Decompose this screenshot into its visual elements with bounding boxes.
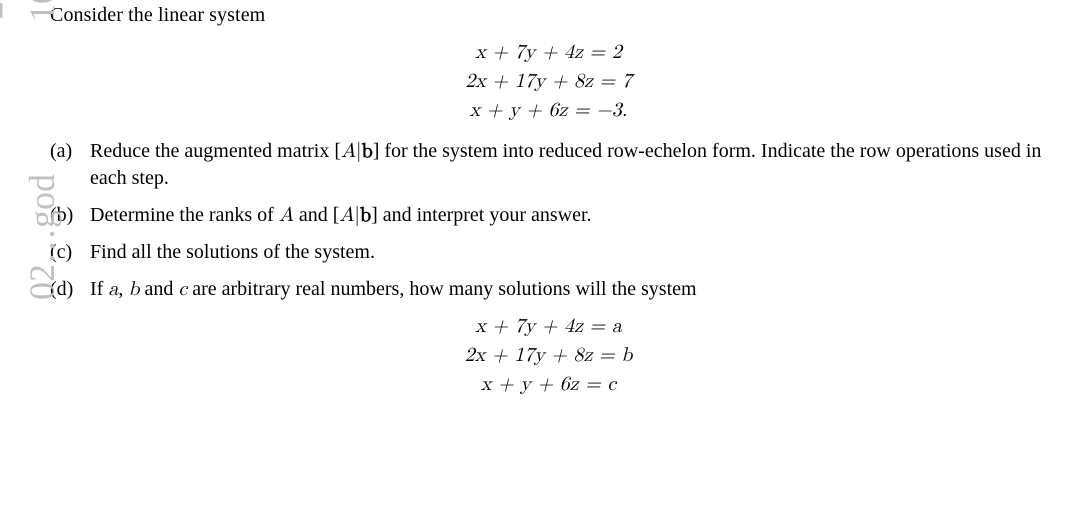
subpart-label: (c) xyxy=(50,239,80,266)
equation-line: x + 7y + 4z = a xyxy=(48,313,1049,340)
subpart-a: (a) Reduce the augmented matrix [A|b] fo… xyxy=(50,138,1049,192)
subpart-b: (b) Determine the ranks of A and [A|b] a… xyxy=(50,202,1049,229)
math-var: a xyxy=(108,279,118,299)
equation-line: x + y + 6z = −3. xyxy=(48,97,1049,124)
page: 2 10 2 …go 02…god Consider the linear sy… xyxy=(0,0,1079,398)
equation-block-1: x + 7y + 4z = 2 2x + 17y + 8z = 7 x + y … xyxy=(48,39,1049,124)
equation-line: x + 7y + 4z = 2 xyxy=(48,39,1049,66)
text: If xyxy=(90,278,108,300)
equation-block-2: x + 7y + 4z = a 2x + 17y + 8z = b x + y … xyxy=(48,313,1049,398)
problem-lead: Consider the linear system xyxy=(50,2,1049,29)
subpart-body: Find all the solutions of the system. xyxy=(90,239,1049,266)
subparts-list: (a) Reduce the augmented matrix [A|b] fo… xyxy=(48,138,1049,303)
math-vec: b xyxy=(360,205,371,225)
math-var: A xyxy=(279,205,294,225)
text: Reduce the augmented matrix [ xyxy=(90,140,341,162)
equation-line: 2x + 17y + 8z = b xyxy=(48,342,1049,369)
subpart-label: (a) xyxy=(50,138,80,192)
equation-line: 2x + 17y + 8z = 7 xyxy=(48,68,1049,95)
subpart-body: Determine the ranks of A and [A|b] and i… xyxy=(90,202,1049,229)
text: , xyxy=(118,278,128,300)
math-var: A xyxy=(339,205,354,225)
subpart-label: (d) xyxy=(50,276,80,303)
subpart-body: Reduce the augmented matrix [A|b] for th… xyxy=(90,138,1049,192)
subpart-c: (c) Find all the solutions of the system… xyxy=(50,239,1049,266)
text: ] and interpret your answer. xyxy=(371,204,591,226)
equation-line: x + y + 6z = c xyxy=(48,371,1049,398)
subpart-body: If a, b and c are arbitrary real numbers… xyxy=(90,276,1049,303)
text: are arbitrary real numbers, how many sol… xyxy=(187,278,696,300)
math-var: c xyxy=(178,279,187,299)
text: Determine the ranks of xyxy=(90,204,279,226)
math-var: b xyxy=(128,279,139,299)
math-vec: b xyxy=(362,141,373,161)
subpart-label: (b) xyxy=(50,202,80,229)
subpart-d: (d) If a, b and c are arbitrary real num… xyxy=(50,276,1049,303)
math-var: A xyxy=(341,141,356,161)
text: and xyxy=(139,278,178,300)
text: and [ xyxy=(294,204,340,226)
